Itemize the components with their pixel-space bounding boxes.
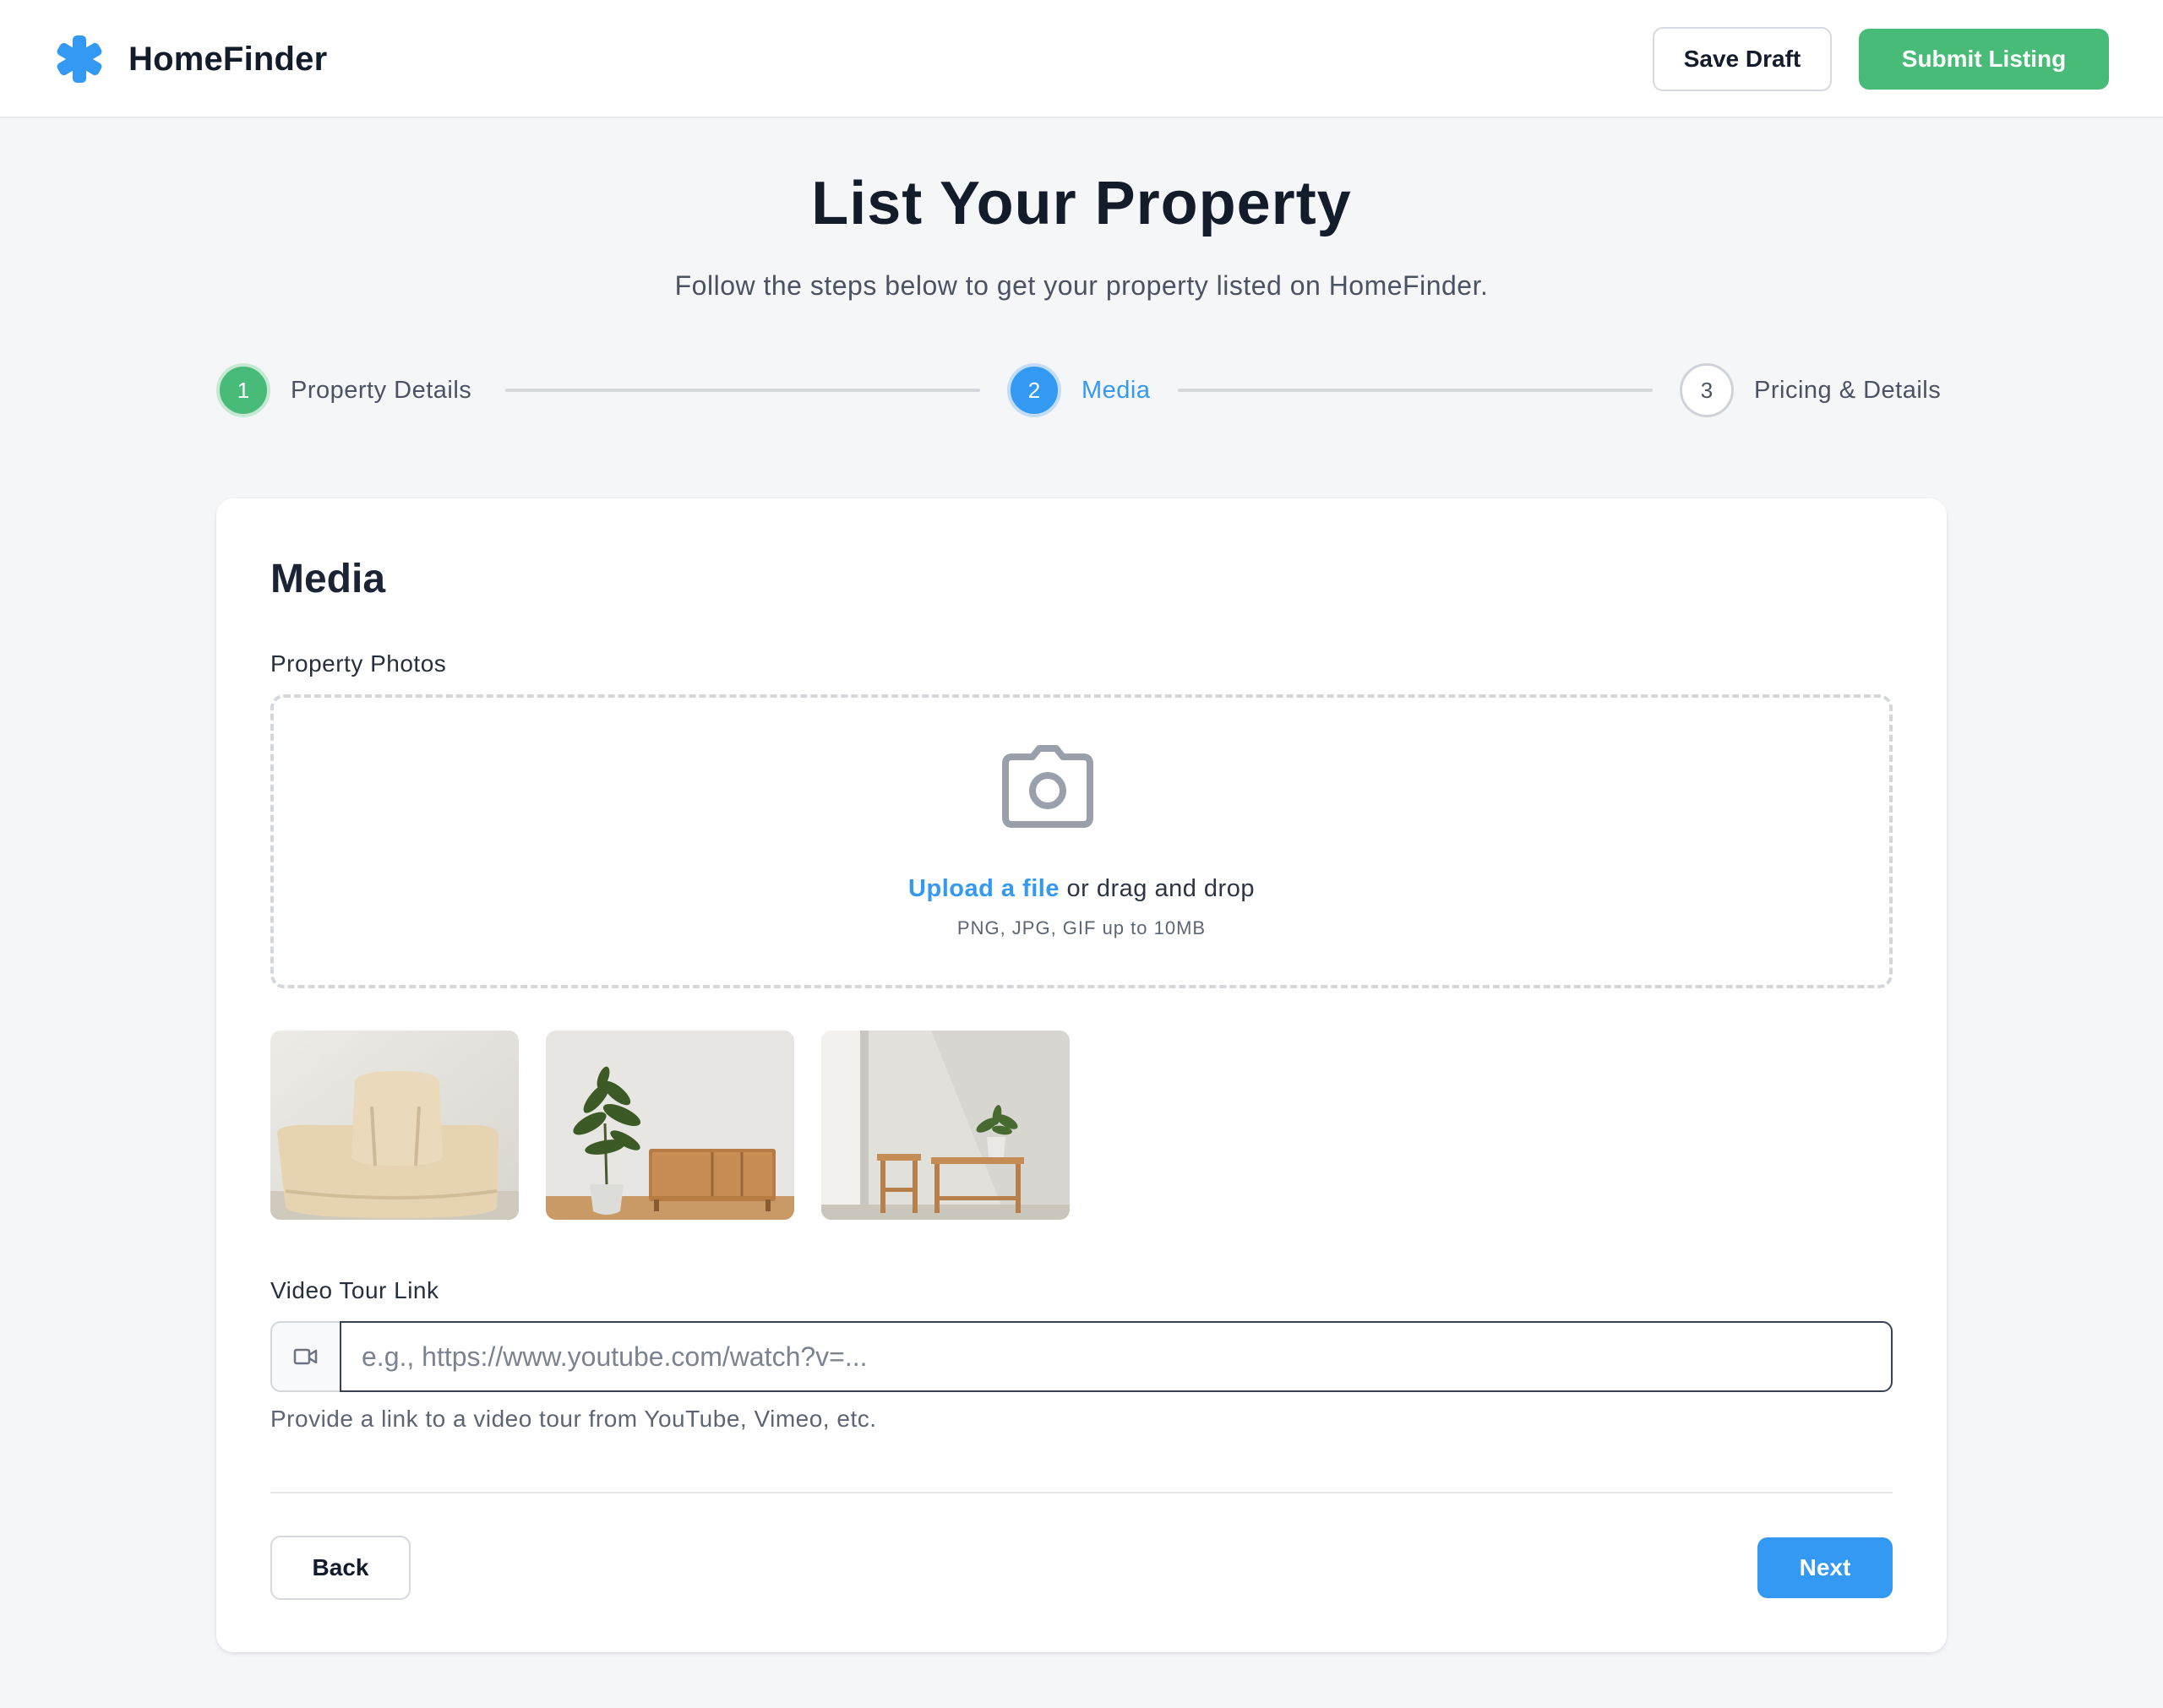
asterisk-icon (57, 35, 102, 83)
video-link-input-group (270, 1321, 1893, 1392)
step-1-label[interactable]: Property Details (291, 375, 471, 405)
page-subtitle: Follow the steps below to get your prope… (674, 270, 1489, 301)
photo-upload-dropzone[interactable]: Upload a file or drag and drop PNG, JPG,… (270, 694, 1893, 988)
brand[interactable]: HomeFinder (56, 35, 327, 83)
drag-drop-text: or drag and drop (1059, 875, 1255, 902)
video-tour-link-input[interactable] (340, 1321, 1893, 1392)
upload-file-link[interactable]: Upload a file (908, 875, 1060, 902)
step-2-indicator[interactable]: 2 (1007, 363, 1061, 417)
photo-stool-bench-image (821, 1031, 1070, 1220)
upload-instruction: Upload a file or drag and drop (274, 875, 1889, 903)
photo-thumbnail-2[interactable] (546, 1031, 794, 1220)
video-tour-label: Video Tour Link (270, 1277, 439, 1303)
property-photos-label: Property Photos (270, 650, 447, 677)
media-form-card: Media Property Photos Upload a file or d… (216, 498, 1947, 1652)
video-camera-icon (293, 1348, 318, 1365)
camera-icon (1002, 745, 1093, 828)
step-connector-1 (505, 389, 980, 392)
photo-cushion-image (270, 1031, 519, 1220)
photo-plant-sideboard-image (546, 1031, 794, 1220)
submit-listing-button[interactable]: Submit Listing (1859, 29, 2109, 90)
upload-file-types-hint: PNG, JPG, GIF up to 10MB (956, 917, 1207, 938)
next-button[interactable]: Next (1757, 1537, 1893, 1598)
save-draft-button[interactable]: Save Draft (1653, 27, 1832, 91)
step-2-label[interactable]: Media (1082, 375, 1151, 405)
back-button[interactable]: Back (270, 1536, 411, 1600)
video-helper-text: Provide a link to a video tour from YouT… (270, 1406, 877, 1432)
photo-thumbnail-1[interactable] (270, 1031, 519, 1220)
step-connector-2 (1178, 389, 1653, 392)
section-title: Media (270, 557, 386, 601)
brand-name: HomeFinder (128, 40, 328, 78)
video-addon (270, 1321, 340, 1392)
photo-thumbnail-3[interactable] (821, 1031, 1070, 1220)
top-navigation-bar: HomeFinder Save Draft Submit Listing (0, 0, 2163, 118)
step-3-label[interactable]: Pricing & Details (1754, 375, 1941, 405)
step-3-indicator[interactable]: 3 (1680, 363, 1734, 417)
page-title: List Your Property (811, 170, 1352, 237)
step-1-indicator[interactable]: 1 (216, 363, 270, 417)
form-footer-divider (270, 1492, 1893, 1493)
